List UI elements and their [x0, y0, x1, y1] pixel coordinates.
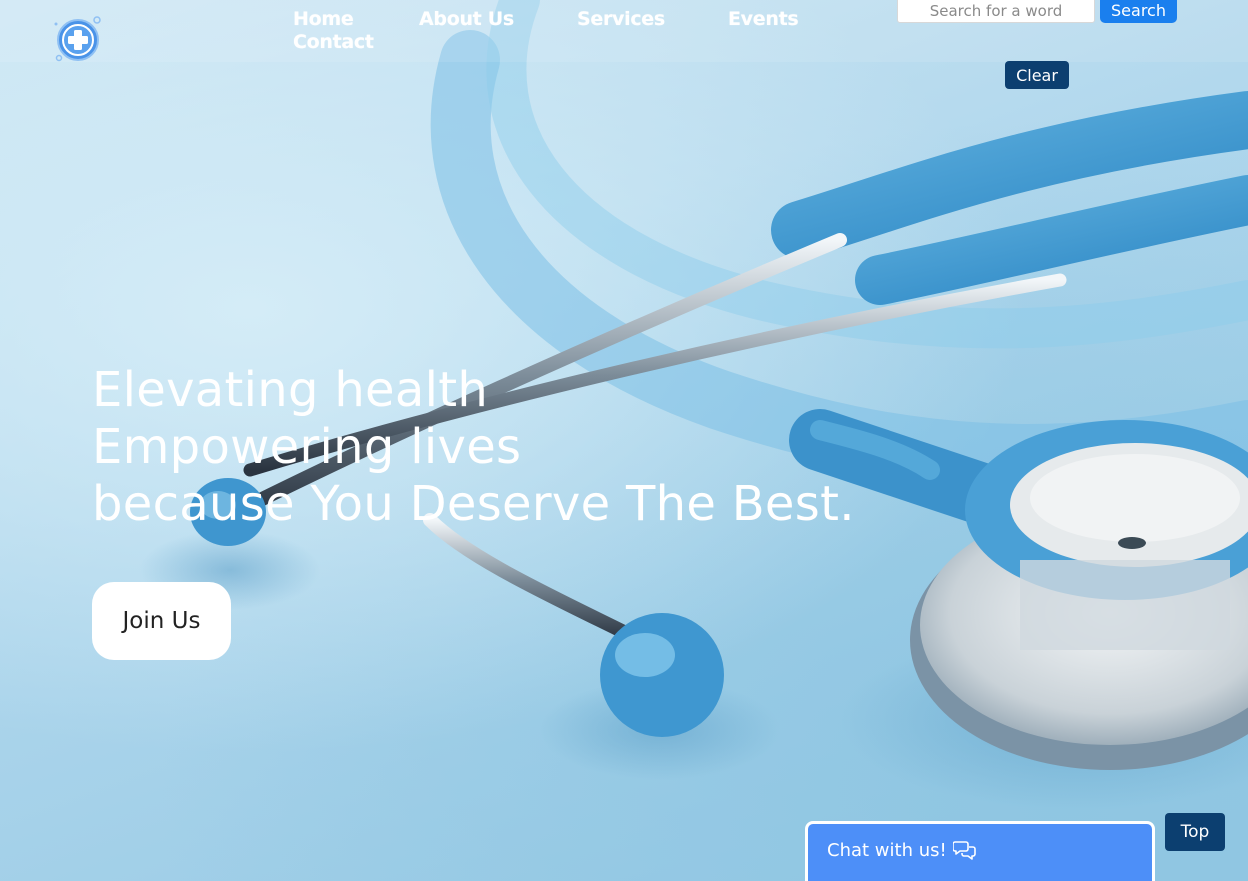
nav-contact-link[interactable]: Contact	[293, 31, 374, 53]
search-button[interactable]: Search	[1100, 0, 1177, 23]
medical-cross-icon[interactable]	[52, 14, 104, 66]
clear-button[interactable]: Clear	[1005, 61, 1069, 89]
headline-line-2: Empowering lives	[92, 419, 522, 475]
nav-home-link[interactable]: Home	[293, 8, 354, 30]
headline-line-1: Elevating health	[92, 362, 489, 418]
search-input[interactable]	[897, 0, 1095, 23]
nav-services-link[interactable]: Services	[577, 8, 665, 30]
chat-label: Chat with us!	[827, 840, 947, 861]
headline-line-3: because You Deserve The Best.	[92, 476, 855, 532]
nav-about-link[interactable]: About Us	[419, 8, 514, 30]
hero-headline: Elevating health Empowering lives becaus…	[92, 362, 855, 533]
chat-with-us-button[interactable]: Chat with us!	[805, 821, 1155, 881]
nav-events-link[interactable]: Events	[728, 8, 799, 30]
back-to-top-button[interactable]: Top	[1165, 813, 1225, 851]
chat-bubbles-icon	[951, 839, 977, 866]
main-nav: Home About Us Services Events Contact	[293, 8, 893, 58]
join-us-button[interactable]: Join Us	[92, 582, 231, 660]
